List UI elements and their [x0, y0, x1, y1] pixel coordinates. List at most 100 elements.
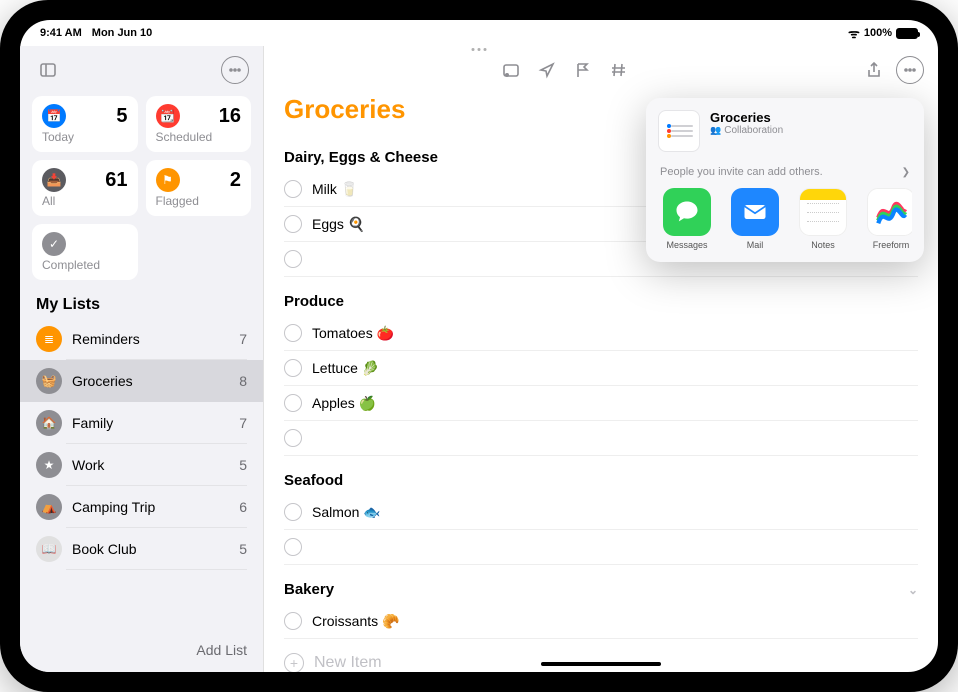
reminder-checkbox[interactable]	[284, 215, 302, 233]
sidebar-item-work[interactable]: ★ Work 5	[20, 444, 263, 486]
reminder-checkbox[interactable]	[284, 612, 302, 630]
share-app-label: Freeform	[873, 240, 910, 250]
reminder-text[interactable]: Apples 🍏	[312, 395, 376, 412]
battery-percent: 100%	[864, 27, 892, 39]
reminder-row[interactable]	[284, 530, 918, 565]
reminder-text[interactable]: Eggs 🍳	[312, 216, 365, 233]
sidebar-item-groceries[interactable]: 🧺Groceries8	[20, 360, 263, 402]
sidebar-item-book-club[interactable]: 📖 Book Club 5	[20, 528, 263, 570]
reminder-text[interactable]: Milk 🥛	[312, 181, 358, 198]
location-button[interactable]	[533, 56, 561, 84]
reminder-checkbox[interactable]	[284, 538, 302, 556]
toggle-sidebar-button[interactable]	[34, 56, 62, 84]
flag-icon	[574, 61, 592, 79]
card-today-label: Today	[42, 130, 128, 144]
plus-circle-icon: +	[284, 653, 304, 672]
share-app-freeform[interactable]: Freeform	[862, 188, 912, 250]
reminder-checkbox[interactable]	[284, 394, 302, 412]
card-completed[interactable]: ✓ Completed	[32, 224, 138, 280]
hashtag-icon	[610, 61, 628, 79]
list-item-count: 5	[239, 541, 247, 557]
reminder-row[interactable]: Lettuce 🥬	[284, 351, 918, 386]
share-app-label: Messages	[666, 240, 707, 250]
section-title: Produce	[284, 293, 344, 310]
reminder-checkbox[interactable]	[284, 180, 302, 198]
sidebar: 📅 5 Today 📆 16 Scheduled	[20, 46, 264, 672]
section-header[interactable]: Produce	[284, 277, 918, 316]
reminder-row[interactable]: Apples 🍏	[284, 386, 918, 421]
reminder-row[interactable]: Croissants 🥐	[284, 604, 918, 639]
list-item-label: Book Club	[72, 541, 229, 557]
content-more-button[interactable]	[896, 56, 924, 84]
list-item-count: 5	[239, 457, 247, 473]
home-indicator[interactable]	[541, 662, 661, 666]
basket-icon: 🧺	[36, 368, 62, 394]
card-scheduled[interactable]: 📆 16 Scheduled	[146, 96, 252, 152]
template-button[interactable]	[497, 56, 525, 84]
list-items: ≣Reminders7🧺Groceries8🏠Family7 ★ Work 5 ⛺ Cam…	[20, 318, 263, 632]
share-button[interactable]	[860, 56, 888, 84]
sidebar-more-button[interactable]	[221, 56, 249, 84]
list-item-label: Camping Trip	[72, 499, 229, 515]
tray-icon: 📥	[42, 168, 66, 192]
share-app-messages[interactable]: Messages	[658, 188, 716, 250]
reminder-checkbox[interactable]	[284, 359, 302, 377]
share-app-notes[interactable]: Notes	[794, 188, 852, 250]
status-time: 9:41 AM	[40, 27, 82, 39]
share-invite-row[interactable]: People you invite can add others. ❯	[658, 160, 912, 188]
sidebar-item-family[interactable]: 🏠Family7	[20, 402, 263, 444]
new-item-label: New Item	[314, 654, 382, 672]
card-scheduled-count: 16	[219, 105, 241, 128]
list-item-label: Work	[72, 457, 229, 473]
list-item-count: 6	[239, 499, 247, 515]
share-sheet: Groceries Collaboration People you invit…	[646, 98, 924, 262]
freeform-app-icon	[867, 188, 912, 236]
star-icon: ★	[36, 452, 62, 478]
reminder-checkbox[interactable]	[284, 429, 302, 447]
share-apps: Messages Mail Notes Freeform	[658, 188, 912, 250]
sidebar-item-reminders[interactable]: ≣Reminders7	[20, 318, 263, 360]
card-flagged[interactable]: ⚑ 2 Flagged	[146, 160, 252, 216]
reminder-row[interactable]	[284, 421, 918, 456]
card-today[interactable]: 📅 5 Today	[32, 96, 138, 152]
card-all[interactable]: 📥 61 All	[32, 160, 138, 216]
reminder-text[interactable]: Croissants 🥐	[312, 613, 399, 630]
reminder-text[interactable]: Salmon 🐟	[312, 504, 381, 521]
status-bar: 9:41 AM Mon Jun 10 100%	[20, 20, 938, 46]
list-item-count: 7	[239, 415, 247, 431]
tent-icon: ⛺	[36, 494, 62, 520]
share-app-label: Mail	[747, 240, 764, 250]
section-header[interactable]: Bakery⌄	[284, 565, 918, 604]
sidebar-item-camping-trip[interactable]: ⛺ Camping Trip 6	[20, 486, 263, 528]
reminder-checkbox[interactable]	[284, 503, 302, 521]
reminder-checkbox[interactable]	[284, 324, 302, 342]
flag-button[interactable]	[569, 56, 597, 84]
reminder-row[interactable]: Salmon 🐟	[284, 495, 918, 530]
status-left: 9:41 AM Mon Jun 10	[40, 27, 152, 39]
wifi-icon	[848, 24, 860, 42]
status-date: Mon Jun 10	[92, 27, 153, 39]
flag-icon: ⚑	[156, 168, 180, 192]
calendar-today-icon: 📅	[42, 104, 66, 128]
reminder-checkbox[interactable]	[284, 250, 302, 268]
app-split: 📅 5 Today 📆 16 Scheduled	[20, 46, 938, 672]
notes-app-icon	[799, 188, 847, 236]
section-header[interactable]: Seafood	[284, 456, 918, 495]
card-flagged-count: 2	[230, 169, 241, 192]
share-app-mail[interactable]: Mail	[726, 188, 784, 250]
share-app-label: Notes	[811, 240, 835, 250]
reminder-text[interactable]: Tomatoes 🍅	[312, 325, 394, 342]
screen: 9:41 AM Mon Jun 10 100%	[20, 20, 938, 672]
location-arrow-icon	[538, 61, 556, 79]
battery-icon	[896, 28, 918, 39]
book-icon: 📖	[36, 536, 62, 562]
tag-button[interactable]	[605, 56, 633, 84]
reminder-text[interactable]: Lettuce 🥬	[312, 360, 379, 377]
new-item-button[interactable]: + New Item	[284, 639, 918, 672]
calendar-icon: 📆	[156, 104, 180, 128]
share-header: Groceries Collaboration	[658, 110, 912, 160]
card-scheduled-label: Scheduled	[156, 130, 242, 144]
content: Groceries Dairy, Eggs & CheeseMilk 🥛Eggs…	[264, 46, 938, 672]
reminder-row[interactable]: Tomatoes 🍅	[284, 316, 918, 351]
add-list-button[interactable]: Add List	[20, 632, 263, 672]
